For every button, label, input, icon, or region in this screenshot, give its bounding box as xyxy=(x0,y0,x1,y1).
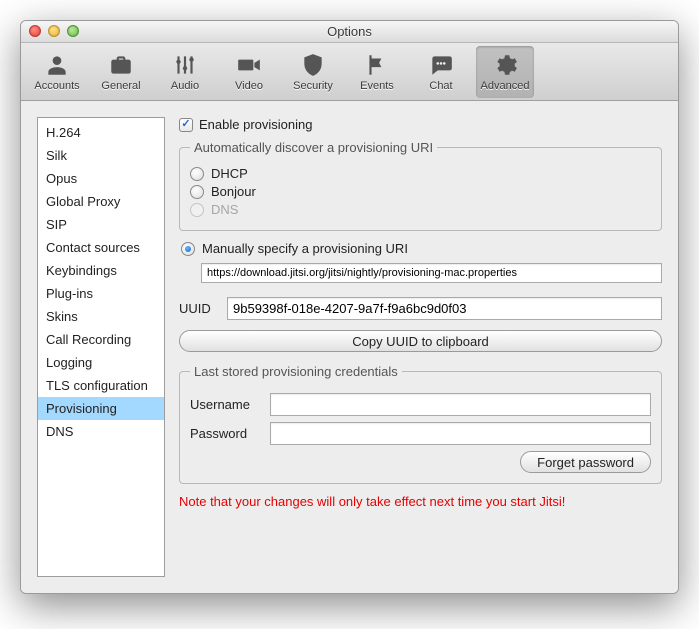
tab-security[interactable]: Security xyxy=(284,46,342,98)
toolbar: Accounts General Audio Video Security Ev… xyxy=(21,43,678,101)
uuid-input[interactable] xyxy=(227,297,662,320)
zoom-icon[interactable] xyxy=(67,25,79,37)
radio-dhcp[interactable] xyxy=(190,167,204,181)
tab-label: Audio xyxy=(171,80,199,92)
radio-dhcp-row[interactable]: DHCP xyxy=(190,166,651,181)
content-area: H.264 Silk Opus Global Proxy SIP Contact… xyxy=(21,101,678,593)
sidebar-item-contact-sources[interactable]: Contact sources xyxy=(38,236,164,259)
uuid-label: UUID xyxy=(179,301,217,316)
radio-dns-label: DNS xyxy=(211,202,238,217)
sidebar-item-h264[interactable]: H.264 xyxy=(38,121,164,144)
gear-icon xyxy=(492,52,518,78)
sidebar-item-logging[interactable]: Logging xyxy=(38,351,164,374)
password-input[interactable] xyxy=(270,422,651,445)
radio-bonjour[interactable] xyxy=(190,185,204,199)
window-controls xyxy=(29,25,79,37)
password-label: Password xyxy=(190,426,260,441)
forget-password-label: Forget password xyxy=(537,455,634,470)
tab-label: Advanced xyxy=(481,80,530,92)
radio-manual-label: Manually specify a provisioning URI xyxy=(202,241,408,256)
tab-general[interactable]: General xyxy=(92,46,150,98)
sidebar-item-provisioning[interactable]: Provisioning xyxy=(38,397,164,420)
sidebar-item-skins[interactable]: Skins xyxy=(38,305,164,328)
auto-discover-legend: Automatically discover a provisioning UR… xyxy=(190,140,437,155)
tab-label: Accounts xyxy=(34,80,79,92)
advanced-sidebar[interactable]: H.264 Silk Opus Global Proxy SIP Contact… xyxy=(37,117,165,577)
tab-advanced[interactable]: Advanced xyxy=(476,46,534,98)
titlebar: Options xyxy=(21,21,678,43)
tab-label: General xyxy=(101,80,140,92)
radio-bonjour-row[interactable]: Bonjour xyxy=(190,184,651,199)
tab-label: Events xyxy=(360,80,394,92)
radio-manual-row[interactable]: Manually specify a provisioning URI xyxy=(181,241,662,256)
tab-label: Security xyxy=(293,80,333,92)
person-icon xyxy=(44,52,70,78)
forget-password-button[interactable]: Forget password xyxy=(520,451,651,473)
enable-provisioning-label: Enable provisioning xyxy=(199,117,312,132)
sidebar-item-opus[interactable]: Opus xyxy=(38,167,164,190)
flag-icon xyxy=(364,52,390,78)
enable-provisioning-checkbox[interactable] xyxy=(179,118,193,132)
window-title: Options xyxy=(327,24,372,39)
auto-discover-group: Automatically discover a provisioning UR… xyxy=(179,140,662,231)
sliders-icon xyxy=(172,52,198,78)
username-label: Username xyxy=(190,397,260,412)
tab-video[interactable]: Video xyxy=(220,46,278,98)
radio-manual[interactable] xyxy=(181,242,195,256)
manual-uri-input[interactable] xyxy=(201,263,662,283)
chat-icon xyxy=(428,52,454,78)
credentials-legend: Last stored provisioning credentials xyxy=(190,364,402,379)
username-input[interactable] xyxy=(270,393,651,416)
tab-label: Video xyxy=(235,80,263,92)
camera-icon xyxy=(236,52,262,78)
sidebar-item-call-recording[interactable]: Call Recording xyxy=(38,328,164,351)
tab-audio[interactable]: Audio xyxy=(156,46,214,98)
briefcase-icon xyxy=(108,52,134,78)
minimize-icon[interactable] xyxy=(48,25,60,37)
credentials-group: Last stored provisioning credentials Use… xyxy=(179,364,662,484)
provisioning-pane: Enable provisioning Automatically discov… xyxy=(179,117,662,577)
options-window: Options Accounts General Audio Video Sec… xyxy=(20,20,679,594)
radio-dns xyxy=(190,203,204,217)
sidebar-item-global-proxy[interactable]: Global Proxy xyxy=(38,190,164,213)
close-icon[interactable] xyxy=(29,25,41,37)
sidebar-item-dns[interactable]: DNS xyxy=(38,420,164,443)
copy-uuid-label: Copy UUID to clipboard xyxy=(352,334,489,349)
radio-dns-row: DNS xyxy=(190,202,651,217)
tab-events[interactable]: Events xyxy=(348,46,406,98)
shield-icon xyxy=(300,52,326,78)
sidebar-item-silk[interactable]: Silk xyxy=(38,144,164,167)
sidebar-item-plugins[interactable]: Plug-ins xyxy=(38,282,164,305)
tab-chat[interactable]: Chat xyxy=(412,46,470,98)
sidebar-item-tls-configuration[interactable]: TLS configuration xyxy=(38,374,164,397)
radio-dhcp-label: DHCP xyxy=(211,166,248,181)
enable-row: Enable provisioning xyxy=(179,117,662,132)
tab-accounts[interactable]: Accounts xyxy=(28,46,86,98)
sidebar-item-keybindings[interactable]: Keybindings xyxy=(38,259,164,282)
copy-uuid-button[interactable]: Copy UUID to clipboard xyxy=(179,330,662,352)
tab-label: Chat xyxy=(429,80,452,92)
radio-bonjour-label: Bonjour xyxy=(211,184,256,199)
restart-note: Note that your changes will only take ef… xyxy=(179,494,662,509)
sidebar-item-sip[interactable]: SIP xyxy=(38,213,164,236)
